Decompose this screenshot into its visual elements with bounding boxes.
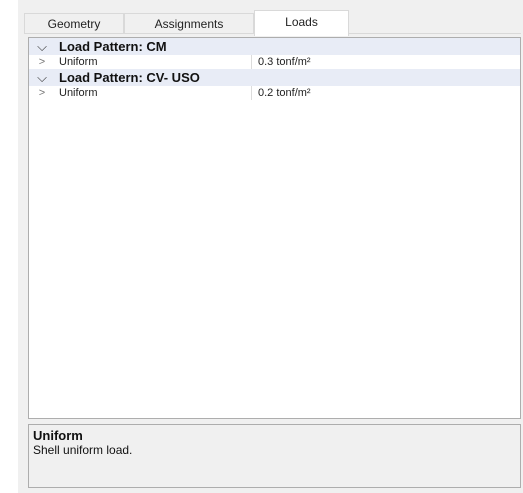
load-pattern-title: Load Pattern: CM (59, 39, 167, 54)
properties-panel: Geometry Assignments Loads ⌵ Load Patter… (18, 4, 523, 493)
tab-bar: Geometry Assignments Loads (24, 10, 514, 36)
description-text: Shell uniform load. (33, 443, 133, 457)
property-name: Uniform (59, 56, 98, 68)
load-pattern-header[interactable]: ⌵ Load Pattern: CM (29, 38, 520, 55)
property-grid[interactable]: ⌵ Load Pattern: CM > Uniform 0.3 tonf/m²… (28, 37, 521, 419)
property-value[interactable]: 0.2 tonf/m² (251, 86, 520, 100)
load-pattern-title: Load Pattern: CV- USO (59, 70, 200, 85)
description-pane: Uniform Shell uniform load. (28, 424, 521, 488)
tab-geometry[interactable]: Geometry (24, 13, 124, 34)
left-margin (0, 0, 18, 493)
description-title: Uniform (33, 428, 83, 443)
property-value[interactable]: 0.3 tonf/m² (251, 55, 520, 69)
chevron-right-icon[interactable]: > (35, 86, 49, 100)
property-name: Uniform (59, 87, 98, 99)
chevron-right-icon[interactable]: > (35, 55, 49, 69)
tab-loads[interactable]: Loads (254, 10, 349, 36)
chevron-down-icon[interactable]: ⌵ (35, 38, 49, 55)
property-row[interactable]: > Uniform 0.3 tonf/m² (29, 55, 520, 69)
chevron-down-icon[interactable]: ⌵ (35, 69, 49, 86)
tab-assignments[interactable]: Assignments (124, 13, 254, 34)
load-pattern-header[interactable]: ⌵ Load Pattern: CV- USO (29, 69, 520, 86)
property-row[interactable]: > Uniform 0.2 tonf/m² (29, 86, 520, 100)
